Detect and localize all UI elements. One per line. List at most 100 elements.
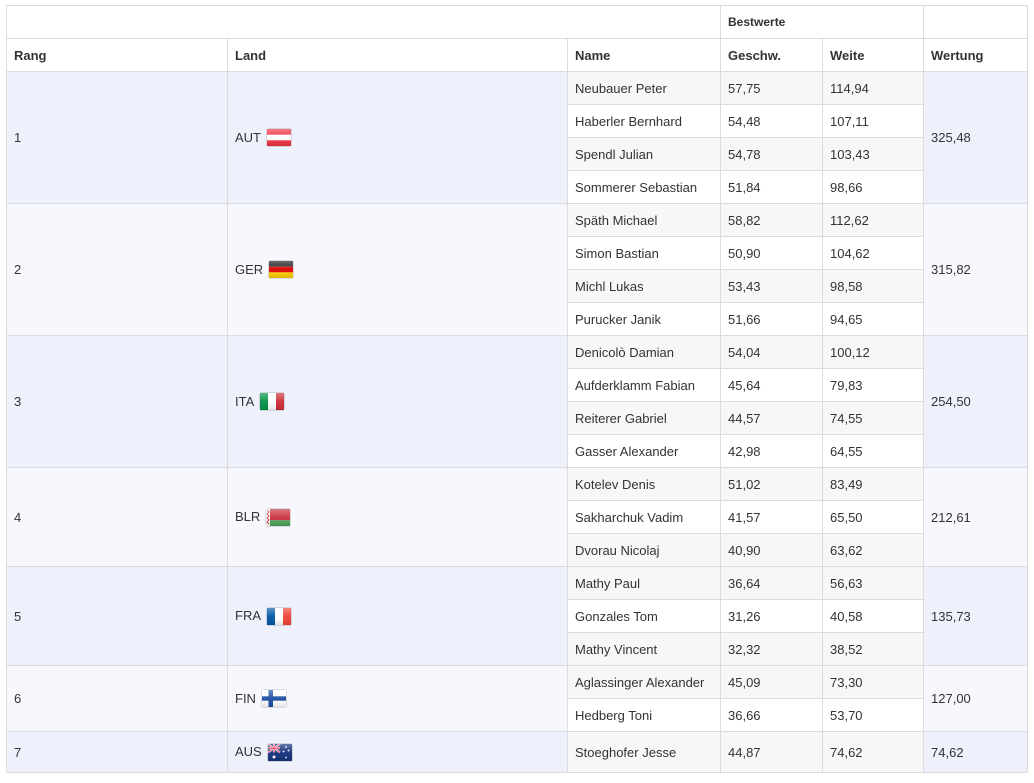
athlete-distance: 63,62 xyxy=(821,533,925,567)
athlete-speed: 41,57 xyxy=(720,500,823,534)
athlete-distance: 98,58 xyxy=(821,269,925,303)
athlete-name: Simon Bastian xyxy=(567,236,721,270)
athlete-distance: 100,12 xyxy=(821,335,925,369)
athlete-speed: 51,84 xyxy=(720,170,823,204)
athlete-speed: 31,26 xyxy=(720,599,823,633)
team-group: 7 AUS Stoeghofer Jesse 44,87 74,62 74,62 xyxy=(6,731,1029,773)
country-code: AUT xyxy=(235,130,261,146)
table-row: 6 FIN Aglassinger Alexander 45,09 73,30 127,0… xyxy=(6,665,1029,732)
country-code: BLR xyxy=(235,509,261,525)
athlete-speed: 45,64 xyxy=(720,368,823,402)
athlete-distance: 73,30 xyxy=(821,665,925,699)
athlete-speed: 51,02 xyxy=(720,467,823,501)
athlete-speed: 44,57 xyxy=(720,401,823,435)
athlete-speed: 54,78 xyxy=(720,137,823,171)
athlete-name: Aufderklamm Fabian xyxy=(567,368,721,402)
team-score: 212,61 xyxy=(923,467,1029,567)
table-row: 2 GER Späth Michael 58,82 112,62 315,82 xyxy=(6,203,1029,336)
table-header: Bestwerte Rang Land Name Geschw. Weite W… xyxy=(6,5,1029,72)
france-flag-icon xyxy=(267,607,291,625)
table-row: 5 FRA Mathy Paul 36,64 56,63 135,73 xyxy=(6,566,1029,666)
team-group: 3 ITA Denicolò Damian 54,04 100,12 254,50 Aufd… xyxy=(6,335,1029,468)
athlete-name: Mathy Vincent xyxy=(567,632,721,666)
athlete-distance: 103,43 xyxy=(821,137,925,171)
athlete-name: Kotelev Denis xyxy=(567,467,721,501)
athlete-name: Späth Michael xyxy=(567,203,721,237)
germany-flag-icon xyxy=(269,261,294,279)
team-country-cell: BLR xyxy=(227,467,568,567)
team-score: 254,50 xyxy=(923,335,1029,468)
athlete-speed: 36,66 xyxy=(720,698,823,732)
athlete-distance: 65,50 xyxy=(821,500,925,534)
team-country-cell: FRA xyxy=(227,566,568,666)
athlete-name: Sakharchuk Vadim xyxy=(567,500,721,534)
athlete-name: Mathy Paul xyxy=(567,566,721,600)
athlete-distance: 83,49 xyxy=(821,467,925,501)
athlete-name: Spendl Julian xyxy=(567,137,721,171)
athlete-name: Denicolò Damian xyxy=(567,335,721,369)
athlete-name: Aglassinger Alexander xyxy=(567,665,721,699)
column-header-land[interactable]: Land xyxy=(227,38,568,72)
belarus-flag-icon xyxy=(266,508,291,526)
header-spacer xyxy=(6,5,721,39)
athlete-speed: 54,04 xyxy=(720,335,823,369)
athlete-speed: 58,82 xyxy=(720,203,823,237)
athlete-distance: 64,55 xyxy=(821,434,925,468)
athlete-distance: 114,94 xyxy=(821,71,925,105)
athlete-name: Haberler Bernhard xyxy=(567,104,721,138)
athlete-speed: 36,64 xyxy=(720,566,823,600)
austria-flag-icon xyxy=(267,129,291,147)
athlete-name: Neubauer Peter xyxy=(567,71,721,105)
column-header-rang[interactable]: Rang xyxy=(6,38,228,72)
team-score: 315,82 xyxy=(923,203,1029,336)
athlete-name: Sommerer Sebastian xyxy=(567,170,721,204)
athlete-speed: 53,43 xyxy=(720,269,823,303)
team-score: 127,00 xyxy=(923,665,1029,732)
country-code: FIN xyxy=(235,691,256,707)
athlete-name: Hedberg Toni xyxy=(567,698,721,732)
country-code: ITA xyxy=(235,394,255,410)
finland-flag-icon xyxy=(261,690,286,708)
table-row: 3 ITA Denicolò Damian 54,04 100,12 254,50 xyxy=(6,335,1029,468)
team-group: 2 GER Späth Michael 58,82 112,62 315,82 Simon … xyxy=(6,203,1029,336)
table-row: 1 AUT Neubauer Peter 57,75 114,94 325,48 xyxy=(6,71,1029,204)
team-group: 6 FIN Aglassinger Alexander 45,09 73,30 127,0… xyxy=(6,665,1029,732)
team-rank: 5 xyxy=(6,566,228,666)
athlete-name: Purucker Janik xyxy=(567,302,721,336)
team-rank: 6 xyxy=(6,665,228,732)
column-header-score[interactable]: Wertung xyxy=(923,38,1029,72)
table-row: 7 AUS Stoeghofer Jesse 44,87 74,62 74,62 xyxy=(6,731,1029,773)
athlete-speed: 40,90 xyxy=(720,533,823,567)
table-row: 4 BLR Kotelev Denis 51,02 83,49 212,61 xyxy=(6,467,1029,567)
column-header-speed[interactable]: Geschw. xyxy=(720,38,823,72)
team-rank: 1 xyxy=(6,71,228,204)
australia-flag-icon xyxy=(267,742,292,761)
athlete-distance: 79,83 xyxy=(821,368,925,402)
country-code: FRA xyxy=(235,608,261,624)
team-country-cell: FIN xyxy=(227,665,568,732)
athlete-speed: 51,66 xyxy=(720,302,823,336)
team-country-cell: GER xyxy=(227,203,568,336)
team-score: 325,48 xyxy=(923,71,1029,204)
country-code: AUS xyxy=(235,744,262,760)
team-country-cell: AUT xyxy=(227,71,568,204)
athlete-distance: 53,70 xyxy=(821,698,925,732)
athlete-speed: 44,87 xyxy=(720,731,823,773)
athlete-distance: 38,52 xyxy=(821,632,925,666)
team-rank: 3 xyxy=(6,335,228,468)
team-score: 135,73 xyxy=(923,566,1029,666)
athlete-name: Reiterer Gabriel xyxy=(567,401,721,435)
athlete-name: Gasser Alexander xyxy=(567,434,721,468)
athlete-name: Gonzales Tom xyxy=(567,599,721,633)
header-spacer-right xyxy=(923,5,1029,39)
team-country-cell: AUS xyxy=(227,731,568,773)
team-group: 5 FRA Mathy Paul 36,64 56,63 135,73 Gonzales T… xyxy=(6,566,1029,666)
column-header-distance[interactable]: Weite xyxy=(821,38,925,72)
athlete-speed: 32,32 xyxy=(720,632,823,666)
athlete-speed: 50,90 xyxy=(720,236,823,270)
team-rank: 7 xyxy=(6,731,228,773)
column-header-name[interactable]: Name xyxy=(567,38,721,72)
athlete-speed: 54,48 xyxy=(720,104,823,138)
team-rank: 2 xyxy=(6,203,228,336)
bestwerte-group-header: Bestwerte xyxy=(719,5,925,39)
